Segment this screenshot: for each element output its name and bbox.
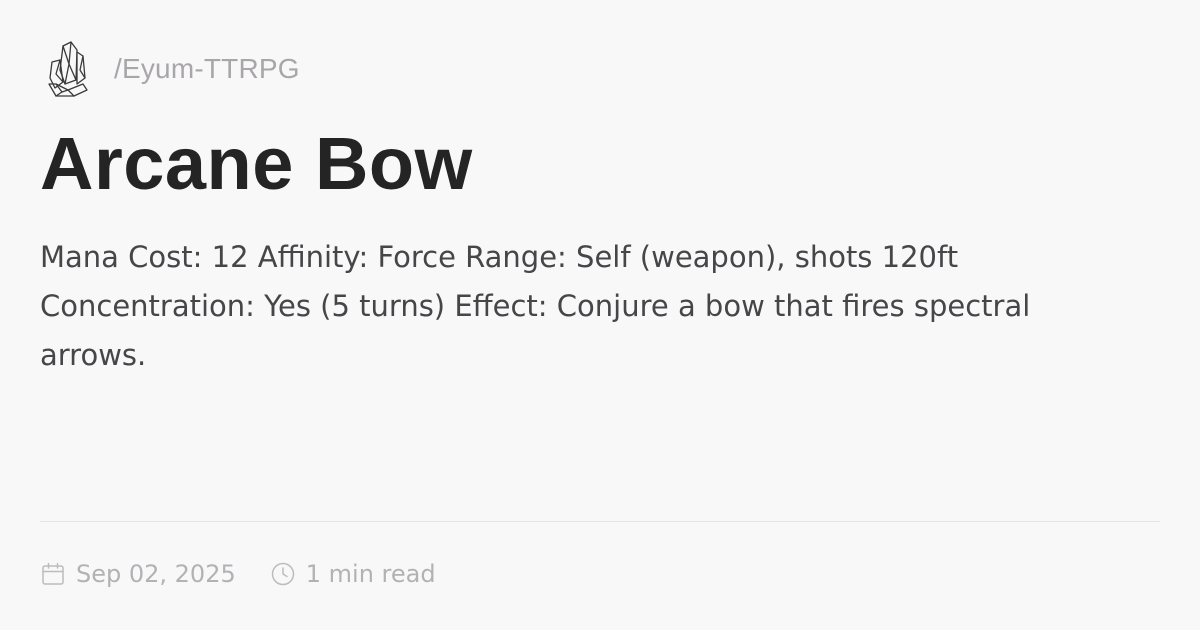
post-date-label: Sep 02, 2025 xyxy=(76,560,236,588)
post-meta: Sep 02, 2025 1 min read xyxy=(40,555,436,593)
post-date: Sep 02, 2025 xyxy=(40,560,236,588)
post-description: Mana Cost: 12 Affinity: Force Range: Sel… xyxy=(40,240,1031,372)
post-read-time: 1 min read xyxy=(270,560,436,588)
post-read-time-label: 1 min read xyxy=(305,560,436,588)
divider xyxy=(40,521,1160,522)
site-path-link[interactable]: /Eyum-TTRPG xyxy=(114,53,300,85)
clock-icon xyxy=(271,562,294,586)
site-header: /Eyum-TTRPG xyxy=(44,40,300,98)
page-title: Arcane Bow xyxy=(40,122,473,205)
crystal-cluster-icon[interactable] xyxy=(44,40,90,98)
calendar-icon xyxy=(42,562,64,585)
